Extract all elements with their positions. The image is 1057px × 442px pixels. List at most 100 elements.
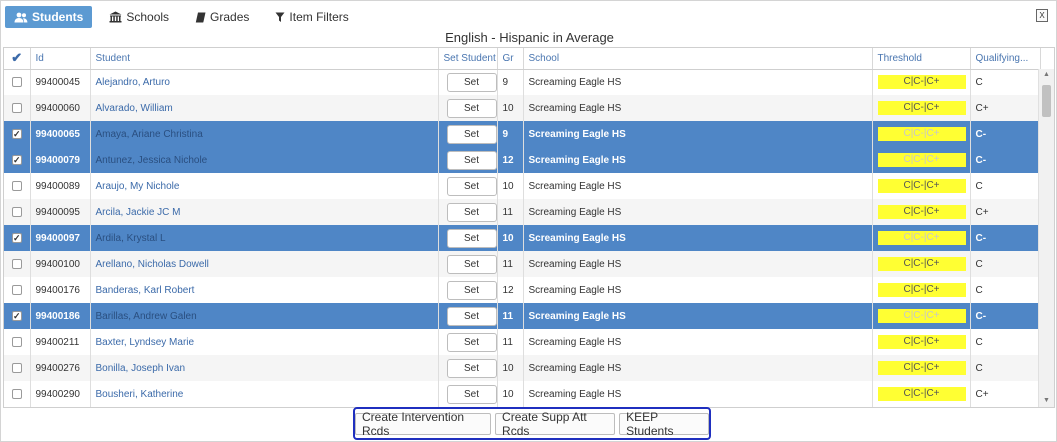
cell-id: 99400065: [30, 121, 91, 147]
row-checkbox[interactable]: [11, 77, 22, 88]
cell-student-link[interactable]: Alejandro, Arturo: [90, 69, 439, 95]
table-row[interactable]: 99400060 Alvarado, William Set 10 Screaming …: [4, 95, 1041, 121]
column-header-qualifying[interactable]: Qualifying...: [970, 48, 1041, 70]
set-student-button[interactable]: Set: [446, 280, 496, 300]
cell-threshold: C|C-|C+: [872, 277, 971, 303]
cell-threshold: C|C-|C+: [872, 225, 971, 251]
row-checkbox-cell[interactable]: [4, 95, 31, 121]
row-checkbox-cell[interactable]: [4, 173, 31, 199]
cell-grade: 10: [497, 381, 524, 407]
set-student-button[interactable]: Set: [446, 254, 496, 274]
set-student-button[interactable]: Set: [446, 176, 496, 196]
table-row[interactable]: 99400176 Banderas, Karl Robert Set 12 Scream…: [4, 277, 1041, 303]
table-row[interactable]: 99400211 Baxter, Lyndsey Marie Set 11 Scream…: [4, 329, 1041, 355]
row-checkbox[interactable]: [11, 180, 22, 191]
table-row[interactable]: 99400290 Bousheri, Katherine Set 10 Screamin…: [4, 381, 1041, 407]
column-header-id[interactable]: Id: [30, 48, 91, 70]
cell-student-link[interactable]: Baxter, Lyndsey Marie: [90, 329, 439, 355]
table-row[interactable]: ✓ 99400065 Amaya, Ariane Christina Set 9 Scre…: [4, 121, 1041, 147]
tab-students[interactable]: Students: [5, 6, 93, 28]
table-row[interactable]: 99400095 Arcila, Jackie JC M Set 11 Screamin…: [4, 199, 1041, 225]
cell-set-student: Set: [438, 173, 498, 199]
select-all-checkbox[interactable]: ✔: [4, 48, 31, 70]
set-student-button[interactable]: Set: [446, 72, 496, 92]
row-checkbox-cell[interactable]: [4, 69, 31, 95]
table-row[interactable]: ✓ 99400186 Barillas, Andrew Galen Set 11 Scre…: [4, 303, 1041, 329]
row-checkbox-cell[interactable]: [4, 251, 31, 277]
row-checkbox-cell[interactable]: ✓: [4, 147, 31, 173]
table-row[interactable]: ✓ 99400097 Ardila, Krystal L Set 10 Screaming…: [4, 225, 1041, 251]
row-checkbox-cell[interactable]: ✓: [4, 303, 31, 329]
set-student-button[interactable]: Set: [446, 202, 496, 222]
set-student-button[interactable]: Set: [446, 150, 496, 170]
set-student-button[interactable]: Set: [446, 332, 496, 352]
threshold-badge: C|C-|C+: [877, 231, 966, 245]
tab-grades[interactable]: Grades: [186, 6, 258, 28]
cell-school: Screaming Eagle HS: [523, 95, 873, 121]
cell-student-link[interactable]: Amaya, Ariane Christina: [90, 121, 439, 147]
scrollbar-thumb[interactable]: [1042, 85, 1051, 117]
cell-student-link[interactable]: Arcila, Jackie JC M: [90, 199, 439, 225]
create-intervention-records-button[interactable]: Create Intervention Rcds: [355, 410, 492, 438]
cell-student-link[interactable]: Banderas, Karl Robert: [90, 277, 439, 303]
cell-student-link[interactable]: Bousheri, Katherine: [90, 381, 439, 407]
row-checkbox[interactable]: ✓: [11, 310, 22, 321]
row-checkbox-cell[interactable]: [4, 329, 31, 355]
row-checkbox[interactable]: ✓: [11, 154, 22, 165]
set-student-button[interactable]: Set: [446, 228, 496, 248]
row-checkbox-cell[interactable]: [4, 277, 31, 303]
cell-student-link[interactable]: Alvarado, William: [90, 95, 439, 121]
table-header-row: ✔ Id Student Set Student Gr School Thres…: [4, 48, 1041, 70]
tab-item-filters-label: Item Filters: [289, 10, 349, 24]
set-student-button[interactable]: Set: [446, 98, 496, 118]
cell-threshold: C|C-|C+: [872, 251, 971, 277]
keep-students-button[interactable]: KEEP Students: [619, 410, 710, 438]
vertical-scrollbar[interactable]: ▲ ▼: [1038, 69, 1054, 407]
column-header-threshold[interactable]: Threshold: [872, 48, 971, 70]
row-checkbox[interactable]: [11, 388, 22, 399]
table-row[interactable]: ✓ 99400079 Antunez, Jessica Nichole Set 12 Sc…: [4, 147, 1041, 173]
cell-student-link[interactable]: Barillas, Andrew Galen: [90, 303, 439, 329]
row-checkbox-cell[interactable]: [4, 199, 31, 225]
column-header-school[interactable]: School: [523, 48, 873, 70]
students-grid: ✔ Id Student Set Student Gr School Thres…: [3, 47, 1055, 408]
cell-school: Screaming Eagle HS: [523, 277, 873, 303]
row-checkbox[interactable]: [11, 206, 22, 217]
cell-student-link[interactable]: Arellano, Nicholas Dowell: [90, 251, 439, 277]
row-checkbox[interactable]: [11, 284, 22, 295]
book-icon: [195, 12, 206, 23]
cell-student-link[interactable]: Antunez, Jessica Nichole: [90, 147, 439, 173]
table-row[interactable]: 99400045 Alejandro, Arturo Set 9 Screaming E…: [4, 69, 1041, 95]
table-row[interactable]: 99400276 Bonilla, Joseph Ivan Set 10 Screami…: [4, 355, 1041, 381]
cell-student-link[interactable]: Ardila, Krystal L: [90, 225, 439, 251]
cell-threshold: C|C-|C+: [872, 355, 971, 381]
row-checkbox[interactable]: [11, 362, 22, 373]
row-checkbox[interactable]: [11, 258, 22, 269]
table-row[interactable]: 99400100 Arellano, Nicholas Dowell Set 11 Sc…: [4, 251, 1041, 277]
row-checkbox[interactable]: [11, 102, 22, 113]
set-student-button[interactable]: Set: [446, 124, 496, 144]
excel-export-icon[interactable]: X: [1036, 9, 1048, 22]
create-supp-att-records-button[interactable]: Create Supp Att Rcds: [495, 410, 616, 438]
tab-item-filters[interactable]: Item Filters: [266, 6, 357, 28]
table-row[interactable]: 99400089 Araujo, My Nichole Set 10 Screaming…: [4, 173, 1041, 199]
set-student-button[interactable]: Set: [446, 358, 496, 378]
tab-schools[interactable]: Schools: [100, 6, 178, 28]
column-header-set-student[interactable]: Set Student: [438, 48, 498, 70]
set-student-button[interactable]: Set: [446, 306, 496, 326]
cell-student-link[interactable]: Bonilla, Joseph Ivan: [90, 355, 439, 381]
scroll-up-arrow-icon[interactable]: ▲: [1039, 69, 1054, 81]
row-checkbox-cell[interactable]: ✓: [4, 225, 31, 251]
cell-student-link[interactable]: Araujo, My Nichole: [90, 173, 439, 199]
column-header-gr[interactable]: Gr: [497, 48, 524, 70]
set-student-button[interactable]: Set: [446, 384, 496, 404]
scroll-down-arrow-icon[interactable]: ▼: [1039, 395, 1054, 407]
row-checkbox[interactable]: ✓: [11, 128, 22, 139]
row-checkbox-cell[interactable]: [4, 355, 31, 381]
row-checkbox-cell[interactable]: [4, 381, 31, 407]
column-header-student[interactable]: Student: [90, 48, 439, 70]
row-checkbox[interactable]: [11, 336, 22, 347]
row-checkbox[interactable]: ✓: [11, 232, 22, 243]
row-checkbox-cell[interactable]: ✓: [4, 121, 31, 147]
cell-id: 99400060: [30, 95, 91, 121]
